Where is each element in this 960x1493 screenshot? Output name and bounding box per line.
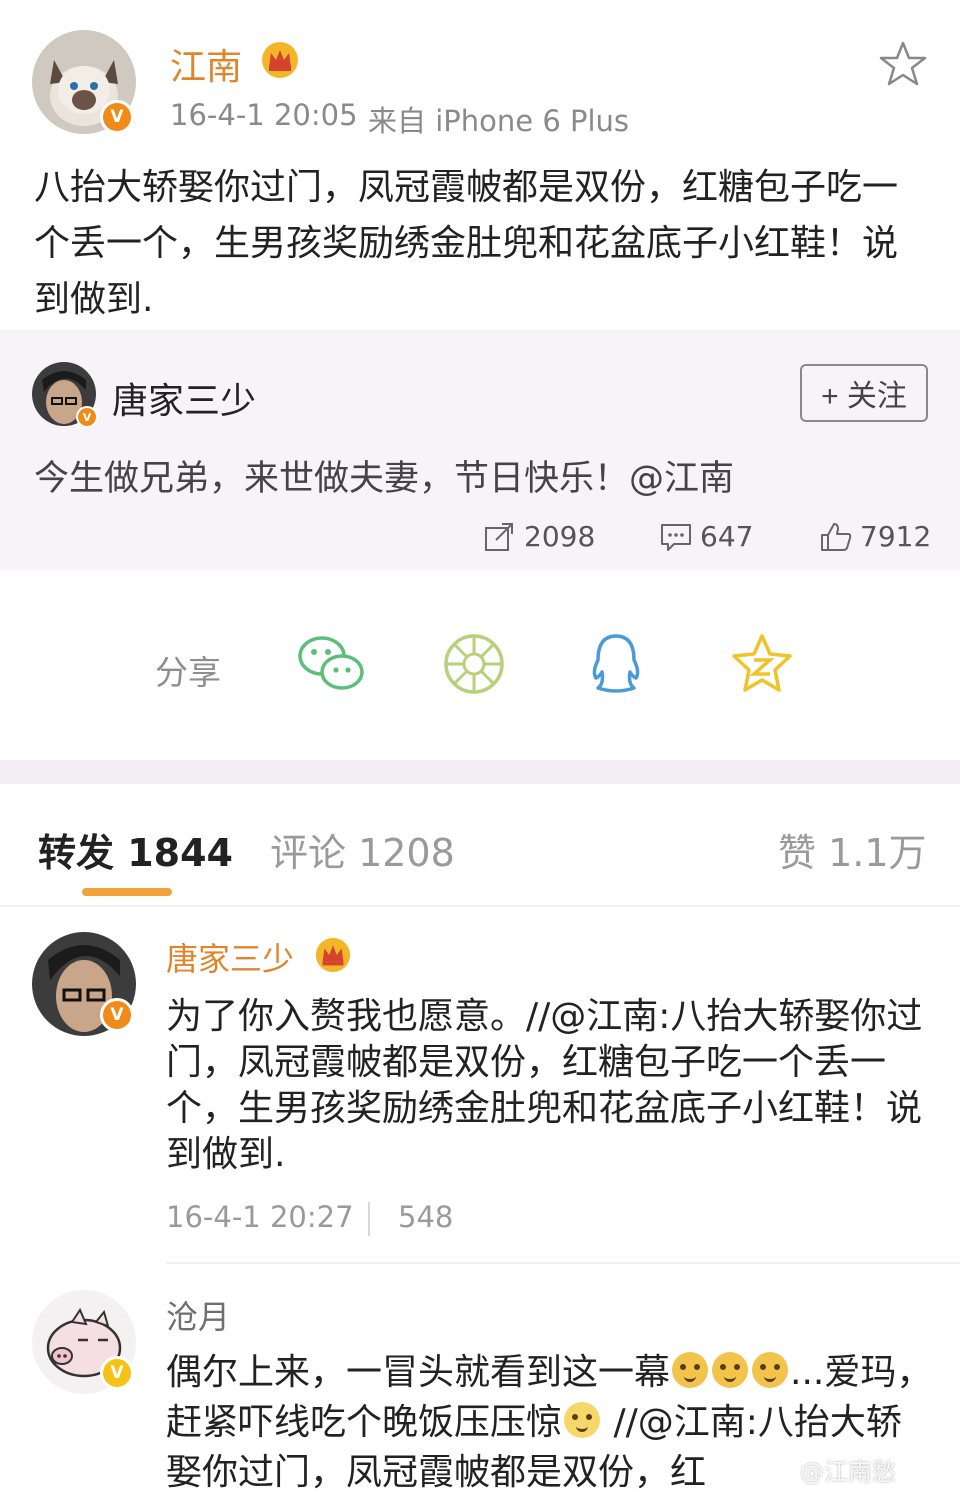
author-name[interactable]: 江南 [170, 38, 242, 90]
active-tab-indicator [82, 888, 172, 896]
comment-body: 为了你入赘我也愿意。//@江南:八抬大轿娶你过门，凤冠霞帔都是双份，红糖包子吃一… [166, 996, 923, 1175]
crown-icon [260, 40, 300, 84]
favorite-star-icon[interactable] [878, 40, 928, 92]
tab-comments[interactable]: 评论 1208 [270, 822, 455, 877]
verified-badge: V [100, 100, 134, 134]
comment-count: 647 [700, 520, 754, 553]
follow-button[interactable]: + 关注 [800, 364, 928, 422]
comment-like-count[interactable]: 548 [398, 1200, 453, 1234]
comment-count-button[interactable]: 647 [660, 520, 753, 553]
post-body: 八抬大轿娶你过门，凤冠霞帔都是双份，红糖包子吃一个丢一个，生男孩奖励绣金肚兜和花… [34, 167, 899, 320]
share-label: 分享 [155, 653, 221, 692]
comment-author-name[interactable]: 沧月 [166, 1292, 230, 1338]
repost-author-name[interactable]: 唐家三少 [112, 372, 256, 424]
qzone-icon[interactable] [730, 632, 794, 700]
crown-icon [314, 936, 352, 978]
comment-text-part: 偶尔上来，一冒头就看到这一幕 [166, 1352, 671, 1393]
comment-time: 16-4-1 20:27 [166, 1200, 354, 1234]
comment-verified-badge: V [100, 998, 134, 1032]
shocked-emoji-icon [564, 1402, 601, 1438]
like-count: 7912 [860, 520, 932, 553]
repost-body: 今生做兄弟，来世做夫妻，节日快乐！@江南 [34, 459, 735, 499]
post-time: 16-4-1 20:05 [170, 98, 358, 132]
repost-count-button[interactable]: 2098 [484, 520, 595, 553]
meta-divider [368, 1202, 370, 1236]
comment-icon [661, 523, 691, 551]
thumbs-up-icon [821, 522, 852, 551]
tabs-divider [0, 905, 960, 907]
doge-emoji-icon [672, 1352, 709, 1388]
wechat-icon[interactable] [296, 632, 366, 700]
repost-count: 2098 [524, 520, 596, 553]
like-count-button[interactable]: 7912 [820, 520, 931, 553]
repost-icon [485, 522, 513, 551]
moments-icon[interactable] [442, 632, 506, 700]
post-source: 来自 iPhone 6 Plus [368, 104, 630, 138]
doge-emoji-icon [712, 1352, 749, 1388]
comment-author-name[interactable]: 唐家三少 [166, 934, 294, 980]
watermark: @江南愁 [800, 1458, 896, 1486]
comment-divider [166, 1262, 960, 1264]
qq-icon[interactable] [588, 632, 644, 700]
section-divider [0, 760, 960, 784]
tab-reposts[interactable]: 转发 1844 [38, 822, 233, 877]
repost-verified-badge: V [76, 406, 98, 428]
tab-likes[interactable]: 赞 1.1万 [778, 822, 927, 877]
doge-emoji-icon [752, 1352, 789, 1388]
comment-verified-badge: V [100, 1356, 134, 1390]
